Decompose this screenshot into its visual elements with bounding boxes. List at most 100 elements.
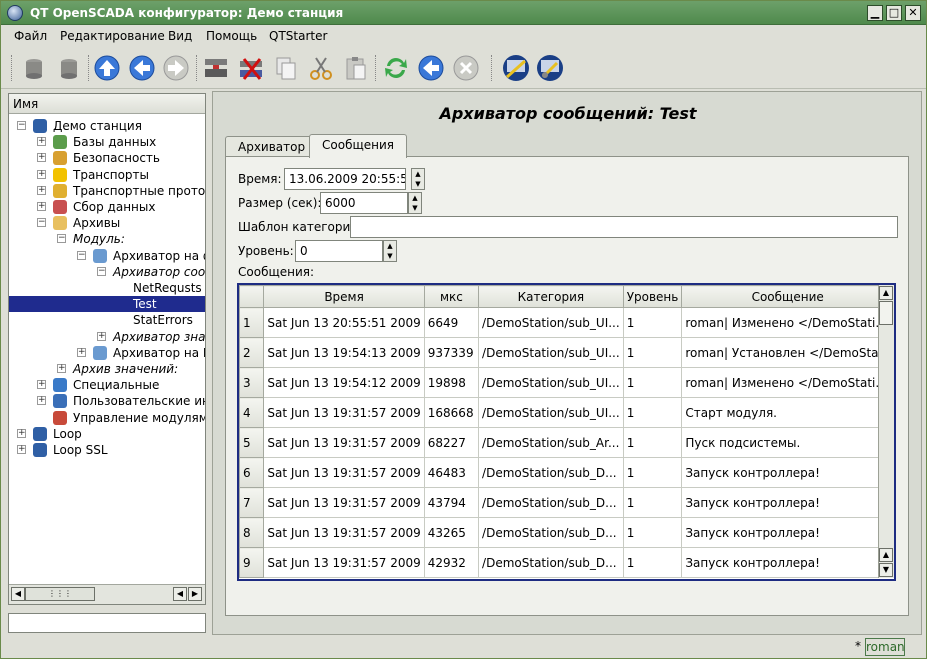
level-spinner[interactable]: ▲ ▼ [383,240,397,262]
cell-time[interactable]: Sat Jun 13 19:31:57 2009 [263,427,425,458]
cell-category[interactable]: /DemoStation/sub_D... [478,487,624,518]
cell-message[interactable]: roman| Изменено </DemoStati... [681,307,894,338]
cell-category[interactable]: /DemoStation/sub_UI... [478,367,624,398]
cell-message[interactable]: roman| Изменено </DemoStati... [681,367,894,398]
scroll-left-icon[interactable]: ◀ [11,587,25,601]
cell-usec[interactable]: 68227 [423,427,480,458]
spin-up-icon[interactable]: ▲ [412,169,424,179]
status-message-field[interactable] [8,613,206,633]
table-row[interactable]: 5 Sat Jun 13 19:31:57 2009 68227/DemoStati… [239,427,894,458]
scroll-up-icon[interactable]: ▲ [879,286,893,300]
cell-time[interactable]: Sat Jun 13 19:31:57 2009 [263,487,425,518]
cell-usec[interactable]: 937339 [423,337,480,368]
connect-icon[interactable] [501,53,531,83]
collapse-icon[interactable]: − [77,250,86,260]
collapse-icon[interactable]: − [37,218,46,228]
tree-node[interactable]: Архиватор на фа [113,248,205,264]
tree-node[interactable]: Пользовательские инт [73,393,205,409]
maximize-button[interactable]: □ [886,5,902,21]
collapse-icon[interactable]: − [17,121,26,130]
cell-message[interactable]: Запуск контроллера! [681,517,894,548]
template-field[interactable] [350,216,898,238]
cell-time[interactable]: Sat Jun 13 19:54:12 2009 [263,367,425,398]
messages-table[interactable]: Время мкс Категория Уровень Сообщение 1S… [237,283,896,581]
refresh-icon[interactable] [381,53,411,83]
menu-view[interactable]: Вид [168,29,192,43]
scroll-thumb[interactable] [879,301,893,325]
expand-icon[interactable]: + [17,445,26,454]
scroll-down-icon[interactable]: ▼ [879,563,893,577]
forward-icon[interactable] [161,53,191,83]
tab-messages[interactable]: Сообщения [309,134,408,158]
cell-category[interactable]: /DemoStation/sub_UI... [478,337,624,368]
cell-level[interactable]: 1 [622,307,683,338]
expand-icon[interactable]: + [37,202,46,211]
table-row[interactable]: 3 Sat Jun 13 19:54:12 2009 19898/DemoStati… [239,367,894,398]
size-spinner[interactable]: ▲ ▼ [408,192,422,214]
row-number[interactable]: 2 [239,337,265,368]
table-row[interactable]: 4 Sat Jun 13 19:31:57 2009 168668/DemoStat… [239,397,894,428]
tree-node[interactable]: Loop SSL [53,442,108,458]
cell-level[interactable]: 1 [622,547,683,578]
settings-connect-icon[interactable] [535,53,565,83]
navigation-tree[interactable]: Имя − Демо станция + Базы данных + Безопаснос… [8,93,206,605]
cell-level[interactable]: 1 [622,487,683,518]
tree-horizontal-scrollbar[interactable]: ◀ ⋮⋮⋮ ◀ ▶ [9,584,205,604]
stop-icon[interactable] [451,53,481,83]
table-row[interactable]: 8 Sat Jun 13 19:31:57 2009 43265/DemoStati… [239,517,894,548]
spin-down-icon[interactable]: ▼ [409,203,421,213]
table-row[interactable]: 1 Sat Jun 13 20:55:51 2009 6649/DemoStatio… [239,307,894,338]
paste-icon[interactable] [341,53,371,83]
cell-level[interactable]: 1 [622,397,683,428]
column-header-category[interactable]: Категория [478,285,624,308]
menu-help[interactable]: Помощь [206,29,257,43]
tree-node[interactable]: Транспортные протоко [73,183,205,199]
cell-category[interactable]: /DemoStation/sub_D... [478,517,624,548]
expand-icon[interactable]: + [77,347,86,357]
size-field[interactable]: 6000 [320,192,408,214]
cell-usec[interactable]: 46483 [423,457,480,488]
tree-header-name[interactable]: Имя [9,94,205,114]
expand-icon[interactable]: + [37,137,46,147]
cell-category[interactable]: /DemoStation/sub_D... [478,457,624,488]
cell-usec[interactable]: 43265 [423,517,480,548]
row-number[interactable]: 4 [239,397,265,428]
expand-icon[interactable]: + [37,169,46,179]
expand-icon[interactable]: + [37,396,46,406]
tree-node[interactable]: Архив значений: [73,361,178,377]
cell-time[interactable]: Sat Jun 13 20:55:51 2009 [263,307,425,338]
cell-message[interactable]: roman| Установлен </DemoSta... [681,337,894,368]
expand-icon[interactable]: + [17,428,26,438]
menu-file[interactable]: Файл [14,29,47,43]
copy-icon[interactable] [271,53,301,83]
tree-node[interactable]: Test [9,296,205,313]
cell-time[interactable]: Sat Jun 13 19:31:57 2009 [263,547,425,578]
spin-up-icon[interactable]: ▲ [384,241,396,251]
cell-level[interactable]: 1 [622,517,683,548]
cell-message[interactable]: Запуск контроллера! [681,487,894,518]
table-row[interactable]: 2 Sat Jun 13 19:54:13 2009 937339/DemoStat… [239,337,894,368]
tree-node[interactable]: Демо станция [53,118,142,134]
cell-message[interactable]: Запуск контроллера! [681,547,894,578]
tree-node[interactable]: Управление модулями [73,410,205,426]
back-icon[interactable] [127,53,157,83]
tree-node[interactable]: StatErrors [133,312,193,328]
cell-time[interactable]: Sat Jun 13 19:31:57 2009 [263,397,425,428]
cell-category[interactable]: /DemoStation/sub_Ar... [478,427,624,458]
row-number[interactable]: 8 [239,517,265,548]
cell-level[interactable]: 1 [622,457,683,488]
time-spinner[interactable]: ▲ ▼ [411,168,425,190]
db-save-icon[interactable] [54,53,84,83]
add-item-icon[interactable] [201,53,231,83]
row-number[interactable]: 9 [239,547,265,578]
cell-time[interactable]: Sat Jun 13 19:31:57 2009 [263,517,425,548]
table-row[interactable]: 7 Sat Jun 13 19:31:57 2009 43794/DemoStati… [239,487,894,518]
cell-message[interactable]: Пуск подсистемы. [681,427,894,458]
cut-icon[interactable] [306,53,336,83]
up-icon[interactable] [92,53,122,83]
row-number[interactable]: 7 [239,487,265,518]
cell-category[interactable]: /DemoStation/sub_UI... [478,397,624,428]
cell-usec[interactable]: 43794 [423,487,480,518]
cell-message[interactable]: Запуск контроллера! [681,457,894,488]
row-number[interactable]: 3 [239,367,265,398]
